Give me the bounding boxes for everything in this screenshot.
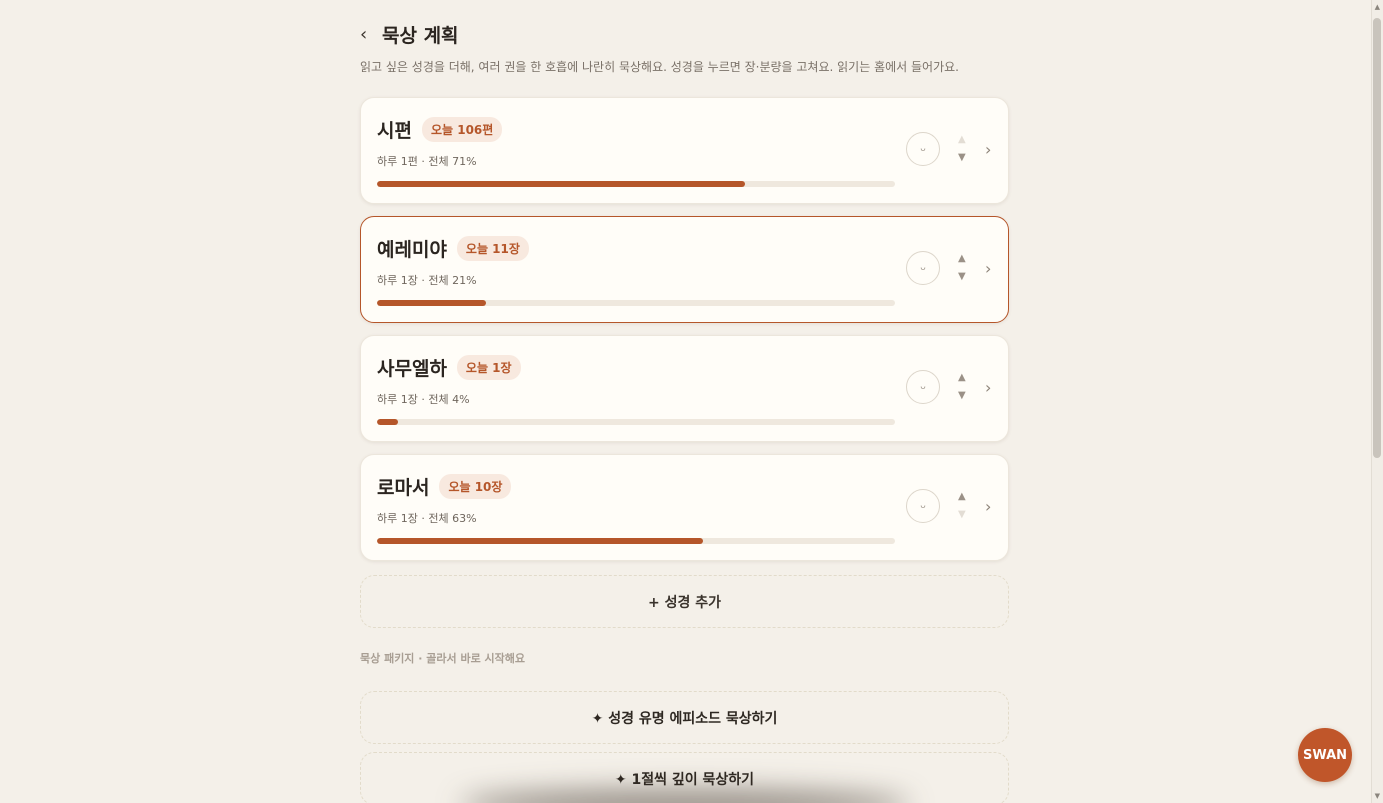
- plan-meta: 하루 1장 · 전체 63%: [377, 512, 477, 525]
- plan-meta: 하루 1장 · 전체 4%: [377, 393, 470, 406]
- scroll-up-icon[interactable]: ▲: [1375, 3, 1380, 11]
- plan-card[interactable]: 사무엘하 오늘 1장 하루 1장 · 전체 4% ᴗ ▲ ▼ ›: [360, 335, 1009, 442]
- chevron-right-icon[interactable]: ›: [985, 378, 991, 397]
- check-circle-icon[interactable]: ᴗ: [906, 251, 940, 285]
- plan-title-row: 예레미야 오늘 11장: [377, 235, 529, 262]
- progress-fill: [377, 181, 745, 187]
- progress-track: [377, 181, 895, 187]
- plan-title-row: 사무엘하 오늘 1장: [377, 354, 521, 381]
- plan-card[interactable]: 시편 오늘 106편 하루 1편 · 전체 71% ᴗ ▲ ▼ ›: [360, 97, 1009, 204]
- move-down-icon[interactable]: ▼: [958, 390, 966, 401]
- swan-fab-button[interactable]: SWAN: [1298, 728, 1352, 782]
- scroll-thumb[interactable]: [1373, 18, 1381, 458]
- chevron-right-icon[interactable]: ›: [985, 259, 991, 278]
- plan-title: 예레미야: [377, 239, 447, 261]
- plan-title: 사무엘하: [377, 358, 447, 380]
- move-down-icon[interactable]: ▼: [958, 271, 966, 282]
- chevron-right-icon[interactable]: ›: [985, 140, 991, 159]
- today-badge: 오늘 1장: [456, 355, 521, 380]
- move-up-icon[interactable]: ▲: [958, 253, 966, 264]
- chevron-right-icon[interactable]: ›: [985, 497, 991, 516]
- page-header: ‹ 묵상 계획: [360, 20, 459, 48]
- progress-fill: [377, 300, 486, 306]
- move-up-icon[interactable]: ▲: [958, 372, 966, 383]
- scroll-down-icon[interactable]: ▼: [1375, 792, 1380, 800]
- plan-title: 로마서: [377, 477, 430, 499]
- progress-track: [377, 300, 895, 306]
- move-up-icon[interactable]: ▲: [958, 134, 966, 145]
- move-up-icon[interactable]: ▲: [958, 491, 966, 502]
- check-circle-icon[interactable]: ᴗ: [906, 370, 940, 404]
- plan-title: 시편: [377, 120, 412, 142]
- page-title: 묵상 계획: [382, 24, 459, 47]
- progress-track: [377, 419, 895, 425]
- check-circle-icon[interactable]: ᴗ: [906, 132, 940, 166]
- today-badge: 오늘 106편: [421, 117, 503, 142]
- plan-meta: 하루 1편 · 전체 71%: [377, 155, 477, 168]
- progress-track: [377, 538, 895, 544]
- back-icon[interactable]: ‹: [360, 24, 382, 45]
- plan-meta: 하루 1장 · 전체 21%: [377, 274, 477, 287]
- page-subtitle: 읽고 싶은 성경을 더해, 여러 권을 한 호흡에 나란히 묵상해요. 성경을 …: [360, 60, 959, 74]
- today-badge: 오늘 11장: [456, 236, 529, 261]
- plan-title-row: 로마서 오늘 10장: [377, 473, 512, 500]
- packages-section-label: 묵상 패키지 · 골라서 바로 시작해요: [360, 652, 526, 665]
- add-bible-button[interactable]: + 성경 추가: [360, 575, 1009, 628]
- plan-title-row: 시편 오늘 106편: [377, 116, 503, 143]
- package-famous-episodes-button[interactable]: ✦ 성경 유명 에피소드 묵상하기: [360, 691, 1009, 744]
- plan-card[interactable]: 로마서 오늘 10장 하루 1장 · 전체 63% ᴗ ▲ ▼ ›: [360, 454, 1009, 561]
- move-down-icon[interactable]: ▼: [958, 509, 966, 520]
- scrollbar[interactable]: ▲ ▼: [1371, 0, 1383, 803]
- check-circle-icon[interactable]: ᴗ: [906, 489, 940, 523]
- move-down-icon[interactable]: ▼: [958, 152, 966, 163]
- plan-card[interactable]: 예레미야 오늘 11장 하루 1장 · 전체 21% ᴗ ▲ ▼ ›: [360, 216, 1009, 323]
- progress-fill: [377, 538, 704, 544]
- today-badge: 오늘 10장: [439, 474, 512, 499]
- progress-fill: [377, 419, 398, 425]
